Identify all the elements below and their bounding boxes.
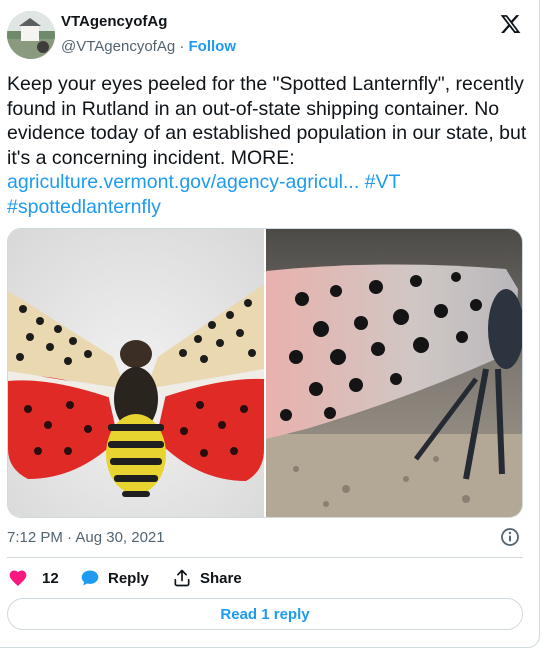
author-handle-row: @VTAgencyofAg · Follow (61, 38, 236, 55)
x-logo-icon[interactable] (499, 13, 522, 35)
speech-bubble-icon (81, 570, 99, 586)
like-count: 12 (42, 569, 59, 587)
heart-icon (9, 570, 27, 586)
read-reply-label: Read 1 reply (220, 605, 310, 623)
share-button[interactable]: Share (172, 567, 242, 589)
follow-link[interactable]: Follow (189, 38, 237, 55)
author-display-name[interactable]: VTAgencyofAg (61, 13, 167, 30)
lanternfly-side-view-photo[interactable] (266, 229, 522, 517)
reply-button[interactable]: Reply (80, 567, 149, 589)
lanternfly-wings-spread-photo[interactable] (8, 229, 264, 517)
hashtag-spottedlanternfly[interactable]: #spottedlanternfly (7, 196, 161, 218)
separator-dot: · (179, 38, 185, 55)
tweet-text: Keep your eyes peeled for the "Spotted L… (7, 72, 527, 219)
share-label: Share (200, 569, 242, 587)
like-button[interactable]: 12 (8, 567, 59, 589)
tweet-card: VTAgencyofAg @VTAgencyofAg · Follow Keep… (0, 0, 540, 648)
reply-label: Reply (108, 569, 149, 587)
hashtag-vt[interactable]: #VT (365, 171, 400, 193)
author-handle[interactable]: @VTAgencyofAg (61, 38, 175, 55)
share-upload-icon (174, 569, 190, 587)
read-reply-button[interactable]: Read 1 reply (7, 598, 523, 630)
tweet-body: Keep your eyes peeled for the "Spotted L… (7, 73, 527, 169)
avatar[interactable] (7, 11, 55, 59)
media-grid (7, 228, 523, 518)
info-icon[interactable] (500, 527, 520, 547)
tweet-timestamp[interactable]: 7:12 PM · Aug 30, 2021 (7, 529, 165, 546)
tweet-link[interactable]: agriculture.vermont.gov/agency-agricul..… (7, 171, 359, 193)
divider (7, 557, 523, 558)
